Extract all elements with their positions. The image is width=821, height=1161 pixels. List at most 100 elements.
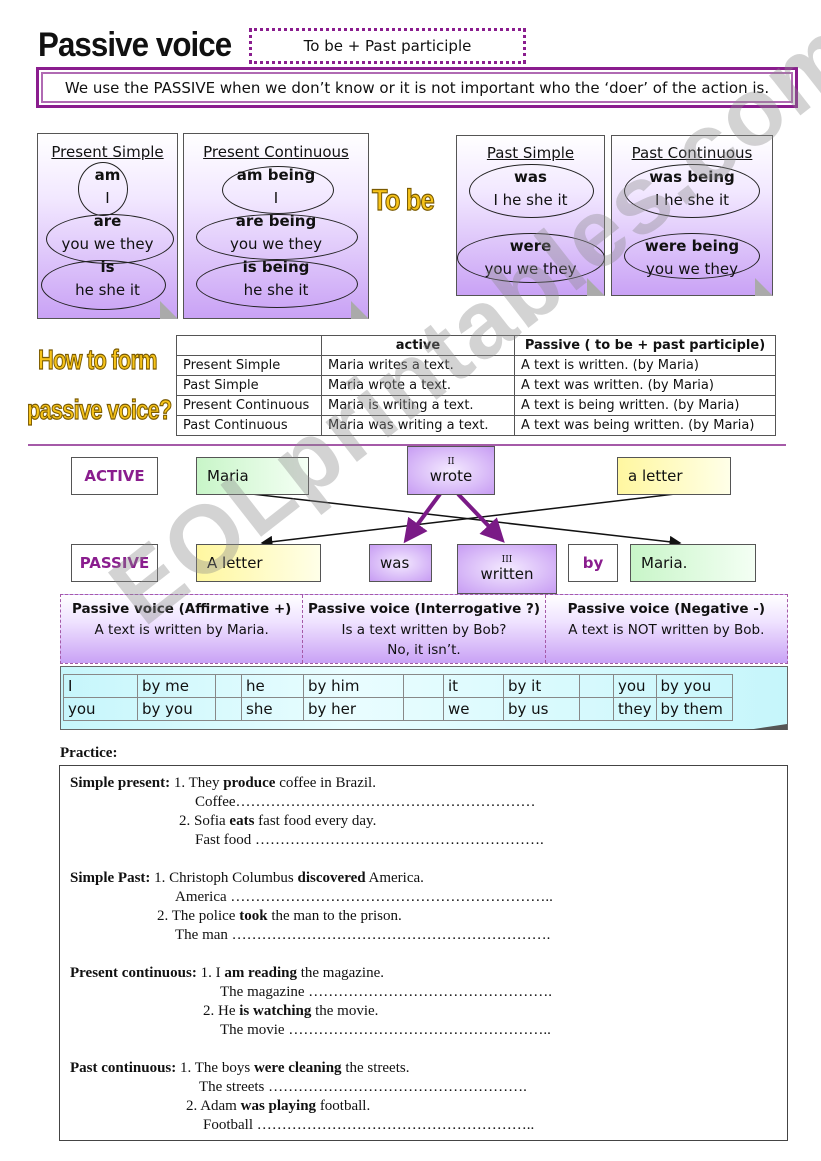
item-text: The boys: [194, 1060, 254, 1076]
item-text: the magazine.: [296, 965, 385, 981]
item-text: coffee in Brazil.: [275, 775, 376, 791]
pronoun: he: [241, 674, 304, 698]
agent-form: by them: [655, 697, 733, 721]
agent-form: by you: [137, 697, 216, 721]
sentence-types: Passive voice (Affirmative +) A text is …: [60, 594, 788, 664]
spacer: [403, 697, 444, 721]
practice-item: 2. The police took the man to the prison…: [157, 907, 402, 926]
rule-title: Passive voice (Interrogative ?): [307, 601, 541, 617]
item-verb: eats: [229, 813, 255, 829]
pronoun: she: [241, 697, 304, 721]
answer-line[interactable]: Football ………………………………………………..: [203, 1116, 534, 1135]
passive-aux: was: [369, 544, 432, 582]
answer-line[interactable]: The magazine ………………………………………….: [220, 983, 552, 1002]
agent-form: by her: [303, 697, 404, 721]
rule-title: Passive voice (Negative -): [567, 601, 766, 617]
practice-heading: Practice:: [60, 745, 118, 761]
section-title: Simple present:: [70, 775, 171, 791]
rule-negative: Passive voice (Negative -) A text is NOT…: [546, 595, 787, 663]
item-verb: was playing: [240, 1098, 317, 1114]
section-title: Simple Past:: [70, 870, 151, 886]
agent-form: by us: [503, 697, 580, 721]
passive-subject: A letter: [196, 544, 321, 582]
item-verb: discovered: [297, 870, 366, 886]
participle-text: written: [480, 565, 534, 583]
practice-section-present-continuous: Present continuous: 1. I am reading the …: [70, 964, 384, 983]
item-verb: were cleaning: [253, 1060, 342, 1076]
passive-agent: Maria.: [630, 544, 756, 582]
practice-section-simple-present: Simple present: 1. They produce coffee i…: [70, 774, 376, 793]
spacer: [215, 697, 242, 721]
item-number: 1.: [154, 870, 166, 886]
spacer: [215, 674, 242, 698]
active-verb: II wrote: [407, 446, 495, 495]
pronoun: it: [443, 674, 504, 698]
participle-form-label: III: [501, 555, 513, 565]
item-verb: is watching: [239, 1003, 312, 1019]
page-curl: [747, 724, 787, 730]
item-text: America.: [365, 870, 424, 886]
practice-section-past-continuous: Past continuous: 1. The boys were cleani…: [70, 1059, 409, 1078]
verb-text: wrote: [429, 466, 473, 485]
item-verb: produce: [223, 775, 276, 791]
item-number: 1.: [173, 775, 186, 791]
item-text: the streets.: [341, 1060, 410, 1076]
item-text: Sofia: [194, 813, 230, 829]
item-text: the man to the prison.: [267, 908, 402, 924]
practice-item: 2. He is watching the movie.: [203, 1002, 378, 1021]
item-text: football.: [316, 1098, 371, 1114]
rule-example: A text is written by Maria.: [94, 622, 269, 638]
item-text: Adam: [200, 1098, 241, 1114]
practice-box: Simple present: 1. They produce coffee i…: [59, 765, 788, 1141]
agent-form: by me: [137, 674, 216, 698]
answer-line[interactable]: Coffee……………………………………………………: [195, 793, 536, 812]
practice-item: 2. Sofia eats fast food every day.: [179, 812, 376, 831]
section-title: Present continuous:: [70, 965, 197, 981]
arrow-wrote-to-written: [456, 492, 505, 543]
pronoun: they: [613, 697, 657, 721]
rule-interrogative: Passive voice (Interrogative ?) Is a tex…: [303, 595, 546, 663]
item-number: 2.: [203, 1003, 215, 1019]
pronoun: you: [63, 697, 138, 721]
item-number: 2.: [179, 813, 191, 829]
item-text: Christoph Columbus: [169, 870, 298, 886]
answer-line[interactable]: America ………………………………………………………..: [175, 888, 553, 907]
table-row: I by me he by him it by it you by you: [63, 674, 733, 698]
item-number: 2.: [157, 908, 169, 924]
verb-form-label: II: [447, 456, 455, 467]
section-title: Past continuous:: [70, 1060, 177, 1076]
arrow-wrote-to-was: [403, 492, 442, 544]
active-subject: Maria: [196, 457, 309, 495]
pronoun-table-panel: I by me he by him it by it you by you yo…: [60, 666, 788, 730]
pronoun: we: [443, 697, 504, 721]
rule-title: Passive voice (Affirmative +): [72, 601, 292, 617]
pronoun-table: I by me he by him it by it you by you yo…: [63, 674, 733, 721]
answer-line[interactable]: The streets …………………………………………….: [199, 1078, 527, 1097]
active-object: a letter: [617, 457, 731, 495]
item-number: 2.: [186, 1098, 198, 1114]
passive-label: PASSIVE: [71, 544, 158, 582]
pronoun: I: [63, 674, 138, 698]
item-text: fast food every day.: [254, 813, 377, 829]
passive-by: by: [568, 544, 618, 582]
practice-item: 2. Adam was playing football.: [186, 1097, 370, 1116]
item-text: the movie.: [311, 1003, 379, 1019]
active-label: ACTIVE: [71, 457, 158, 495]
answer-line[interactable]: The movie ……………………………………………..: [220, 1021, 551, 1040]
answer-line[interactable]: Fast food ………………………………………………….: [195, 831, 544, 850]
spacer: [579, 697, 614, 721]
agent-form: by you: [655, 674, 733, 698]
item-text: I: [215, 965, 225, 981]
item-number: 1.: [200, 965, 212, 981]
answer-line[interactable]: The man ……………………………………………………….: [175, 926, 550, 945]
rule-example: A text is NOT written by Bob.: [568, 622, 765, 638]
item-text: They: [188, 775, 224, 791]
rule-example: Is a text written by Bob?: [341, 622, 507, 638]
item-number: 1.: [180, 1060, 192, 1076]
item-verb: took: [239, 908, 268, 924]
diagram-arrows: [251, 492, 682, 548]
practice-section-simple-past: Simple Past: 1. Christoph Columbus disco…: [70, 869, 424, 888]
item-text: He: [218, 1003, 240, 1019]
agent-form: by it: [503, 674, 580, 698]
pronoun: you: [613, 674, 657, 698]
